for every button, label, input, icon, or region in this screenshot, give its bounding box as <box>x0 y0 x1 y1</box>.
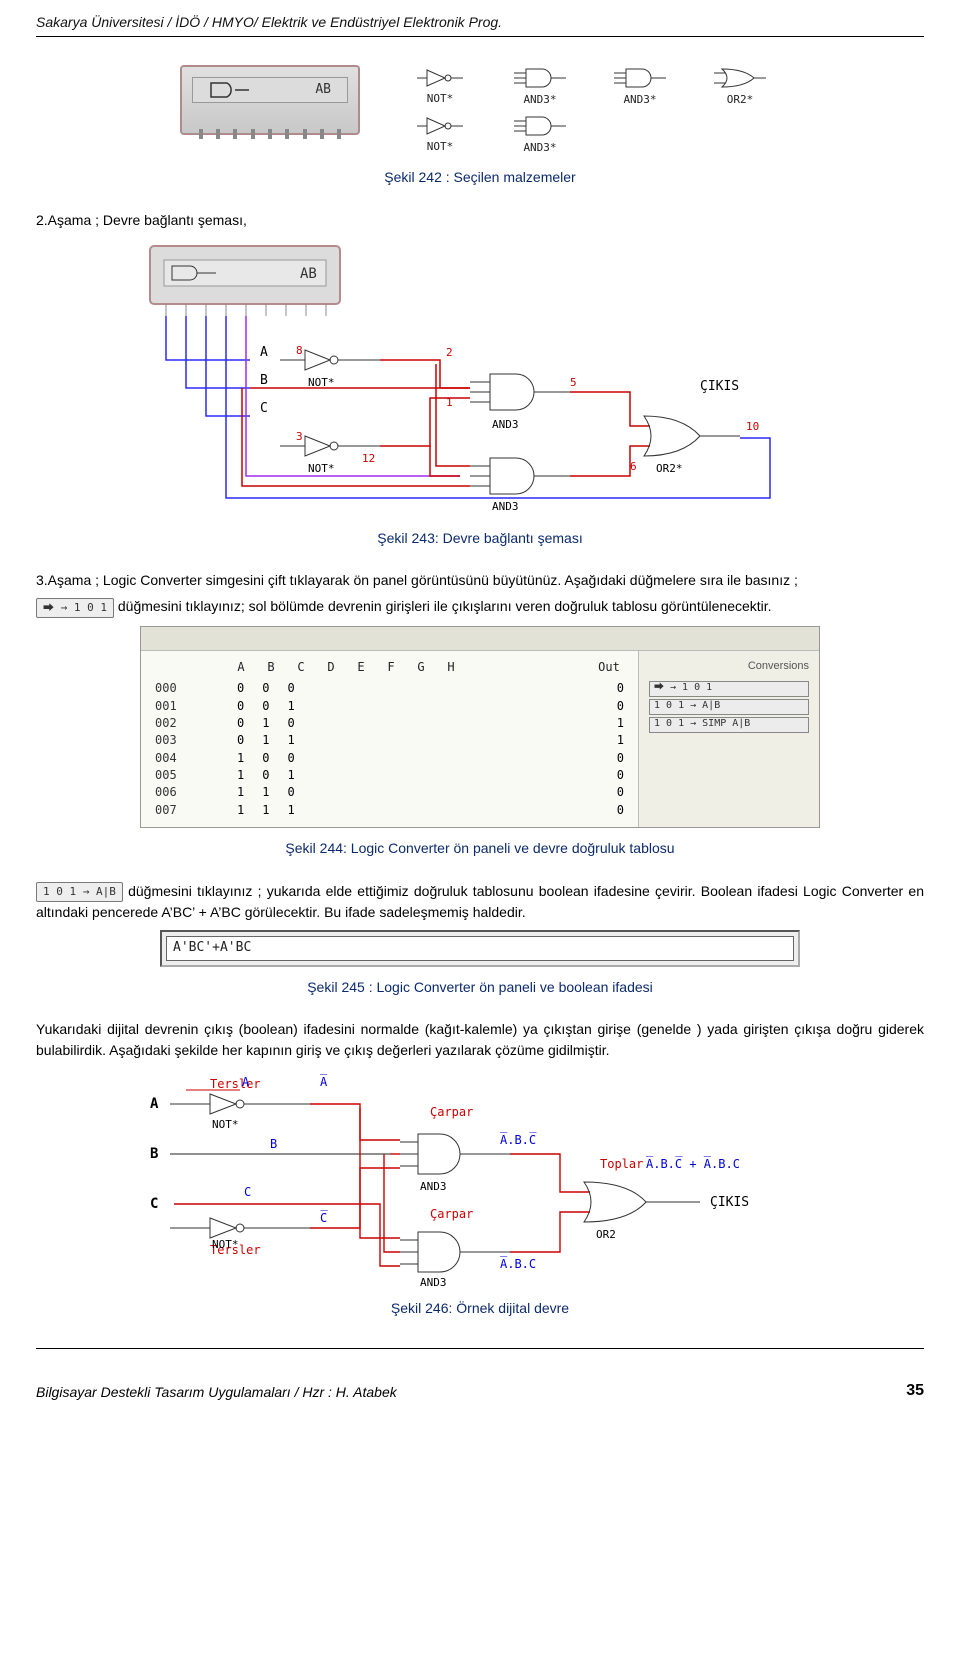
conv-button[interactable]: ⮕ → 1 0 1 <box>649 681 809 697</box>
svg-text:A̅: A̅ <box>320 1074 328 1089</box>
svg-text:B: B <box>150 1146 158 1162</box>
svg-text:B: B <box>260 373 268 388</box>
svg-text:A: A <box>260 345 268 360</box>
svg-text:NOT*: NOT* <box>212 1238 239 1251</box>
table-row: 0041000 <box>155 750 624 767</box>
step2-text: 2.Aşama ; Devre bağlantı şeması, <box>36 210 924 230</box>
converter-button-icon[interactable]: 1 0 1 → A|B <box>36 882 123 902</box>
conv-button[interactable]: 1 0 1 → SIMP A|B <box>649 717 809 733</box>
svg-text:A: A <box>150 1096 159 1112</box>
svg-text:8: 8 <box>296 344 303 357</box>
header-rule <box>36 36 924 37</box>
conversions-label: Conversions <box>649 659 809 675</box>
svg-text:C̅: C̅ <box>320 1210 328 1225</box>
caption-242: Şekil 242 : Seçilen malzemeler <box>36 167 924 187</box>
caption-246: Şekil 246: Örnek dijital devre <box>36 1298 924 1318</box>
circuit-schematic: AB A B C NOT* NOT* 8 3 <box>130 238 830 518</box>
svg-text:NOT*: NOT* <box>308 376 335 389</box>
not-gate-icon <box>417 67 463 89</box>
svg-text:ÇIKIS: ÇIKIS <box>700 379 739 394</box>
and-gate-icon <box>209 81 249 99</box>
svg-text:Çarpar: Çarpar <box>430 1207 473 1221</box>
svg-text:NOT*: NOT* <box>212 1118 239 1131</box>
conv-button[interactable]: 1 0 1 → A|B <box>649 699 809 715</box>
svg-text:5: 5 <box>570 376 577 389</box>
boolean-expression-input[interactable]: A'BC'+A'BC <box>166 936 794 961</box>
and-gate-icon <box>514 114 566 138</box>
svg-text:3: 3 <box>296 430 303 443</box>
step3-paragraph-a: 3.Aşama ; Logic Converter simgesini çift… <box>36 570 924 590</box>
paragraph-5: Yukarıdaki dijital devrenin çıkış (boole… <box>36 1019 924 1060</box>
svg-text:AND3: AND3 <box>492 418 519 431</box>
svg-text:C: C <box>244 1185 251 1199</box>
page-header: Sakarya Üniversitesi / İDÖ / HMYO/ Elekt… <box>36 12 924 32</box>
figure-244: AB CD EF GH Out 000000000100100020101003… <box>36 626 924 829</box>
figure-246: A B C Tersler Tersler A A̅ NOT* B NOT* C… <box>36 1068 924 1288</box>
svg-text:12: 12 <box>362 452 375 465</box>
footer-rule <box>36 1348 924 1349</box>
conversions-panel: Conversions ⮕ → 1 0 1 1 0 1 → A|B 1 0 1 … <box>639 651 819 828</box>
svg-text:C: C <box>260 401 268 416</box>
svg-text:A̅.B.C: A̅.B.C <box>500 1256 536 1271</box>
table-row: 0030111 <box>155 732 624 749</box>
step3-paragraph-b: ⮕ → 1 0 1 düğmesini tıklayınız; sol bölü… <box>36 596 924 617</box>
table-row: 0010010 <box>155 698 624 715</box>
and-gate-icon <box>514 66 566 90</box>
svg-text:Tersler: Tersler <box>210 1077 261 1091</box>
svg-text:1: 1 <box>446 396 453 409</box>
svg-text:6: 6 <box>630 460 637 473</box>
caption-245: Şekil 245 : Logic Converter ön paneli ve… <box>36 977 924 997</box>
svg-text:NOT*: NOT* <box>308 462 335 475</box>
figure-242: AB NOT* AND3* AND3* OR2* NOT* AND3* <box>36 65 924 157</box>
svg-text:B: B <box>270 1137 277 1151</box>
footer-text: Bilgisayar Destekli Tasarım Uygulamaları… <box>36 1382 397 1402</box>
table-row: 0051010 <box>155 767 624 784</box>
svg-text:OR2: OR2 <box>596 1228 616 1241</box>
page-number: 35 <box>906 1379 924 1402</box>
svg-text:OR2*: OR2* <box>656 462 683 475</box>
gate-palette: NOT* AND3* AND3* OR2* NOT* AND3* <box>400 65 780 157</box>
table-row: 0020101 <box>155 715 624 732</box>
or-gate-icon <box>714 66 766 90</box>
svg-text:2: 2 <box>446 346 453 359</box>
svg-text:AND3: AND3 <box>420 1180 447 1193</box>
annotated-circuit: A B C Tersler Tersler A A̅ NOT* B NOT* C… <box>140 1068 820 1288</box>
and-gate-icon <box>614 66 666 90</box>
svg-text:Toplar: Toplar <box>600 1157 643 1171</box>
svg-text:Çarpar: Çarpar <box>430 1105 473 1119</box>
dip-label: AB <box>300 266 317 282</box>
svg-text:10: 10 <box>746 420 759 433</box>
svg-text:ÇIKIS: ÇIKIS <box>710 1195 749 1210</box>
not-gate-icon <box>417 115 463 137</box>
table-row: 0061100 <box>155 784 624 801</box>
table-row: 0000000 <box>155 680 624 697</box>
caption-243: Şekil 243: Devre bağlantı şeması <box>36 528 924 548</box>
converter-button-icon[interactable]: ⮕ → 1 0 1 <box>36 598 114 618</box>
figure-245: A'BC'+A'BC <box>36 930 924 967</box>
svg-text:A: A <box>242 1075 250 1089</box>
dip-label: AB <box>315 81 331 100</box>
truth-table: AB CD EF GH Out 000000000100100020101003… <box>141 651 639 828</box>
svg-text:A̅.B.C̅: A̅.B.C̅ <box>500 1132 537 1147</box>
dip-ic-icon: AB <box>180 65 360 135</box>
paragraph-4: 1 0 1 → A|B düğmesini tıklayınız ; yukar… <box>36 881 924 923</box>
table-row: 0071110 <box>155 802 624 819</box>
svg-text:A̅.B.C̅ + A̅.B.C: A̅.B.C̅ + A̅.B.C <box>646 1156 740 1171</box>
svg-text:C: C <box>150 1196 158 1212</box>
svg-text:AND3: AND3 <box>492 500 519 513</box>
caption-244: Şekil 244: Logic Converter ön paneli ve … <box>36 838 924 858</box>
figure-243: AB A B C NOT* NOT* 8 3 <box>36 238 924 518</box>
truth-table-header: AB CD EF GH Out <box>155 659 624 676</box>
svg-text:AND3: AND3 <box>420 1276 447 1288</box>
